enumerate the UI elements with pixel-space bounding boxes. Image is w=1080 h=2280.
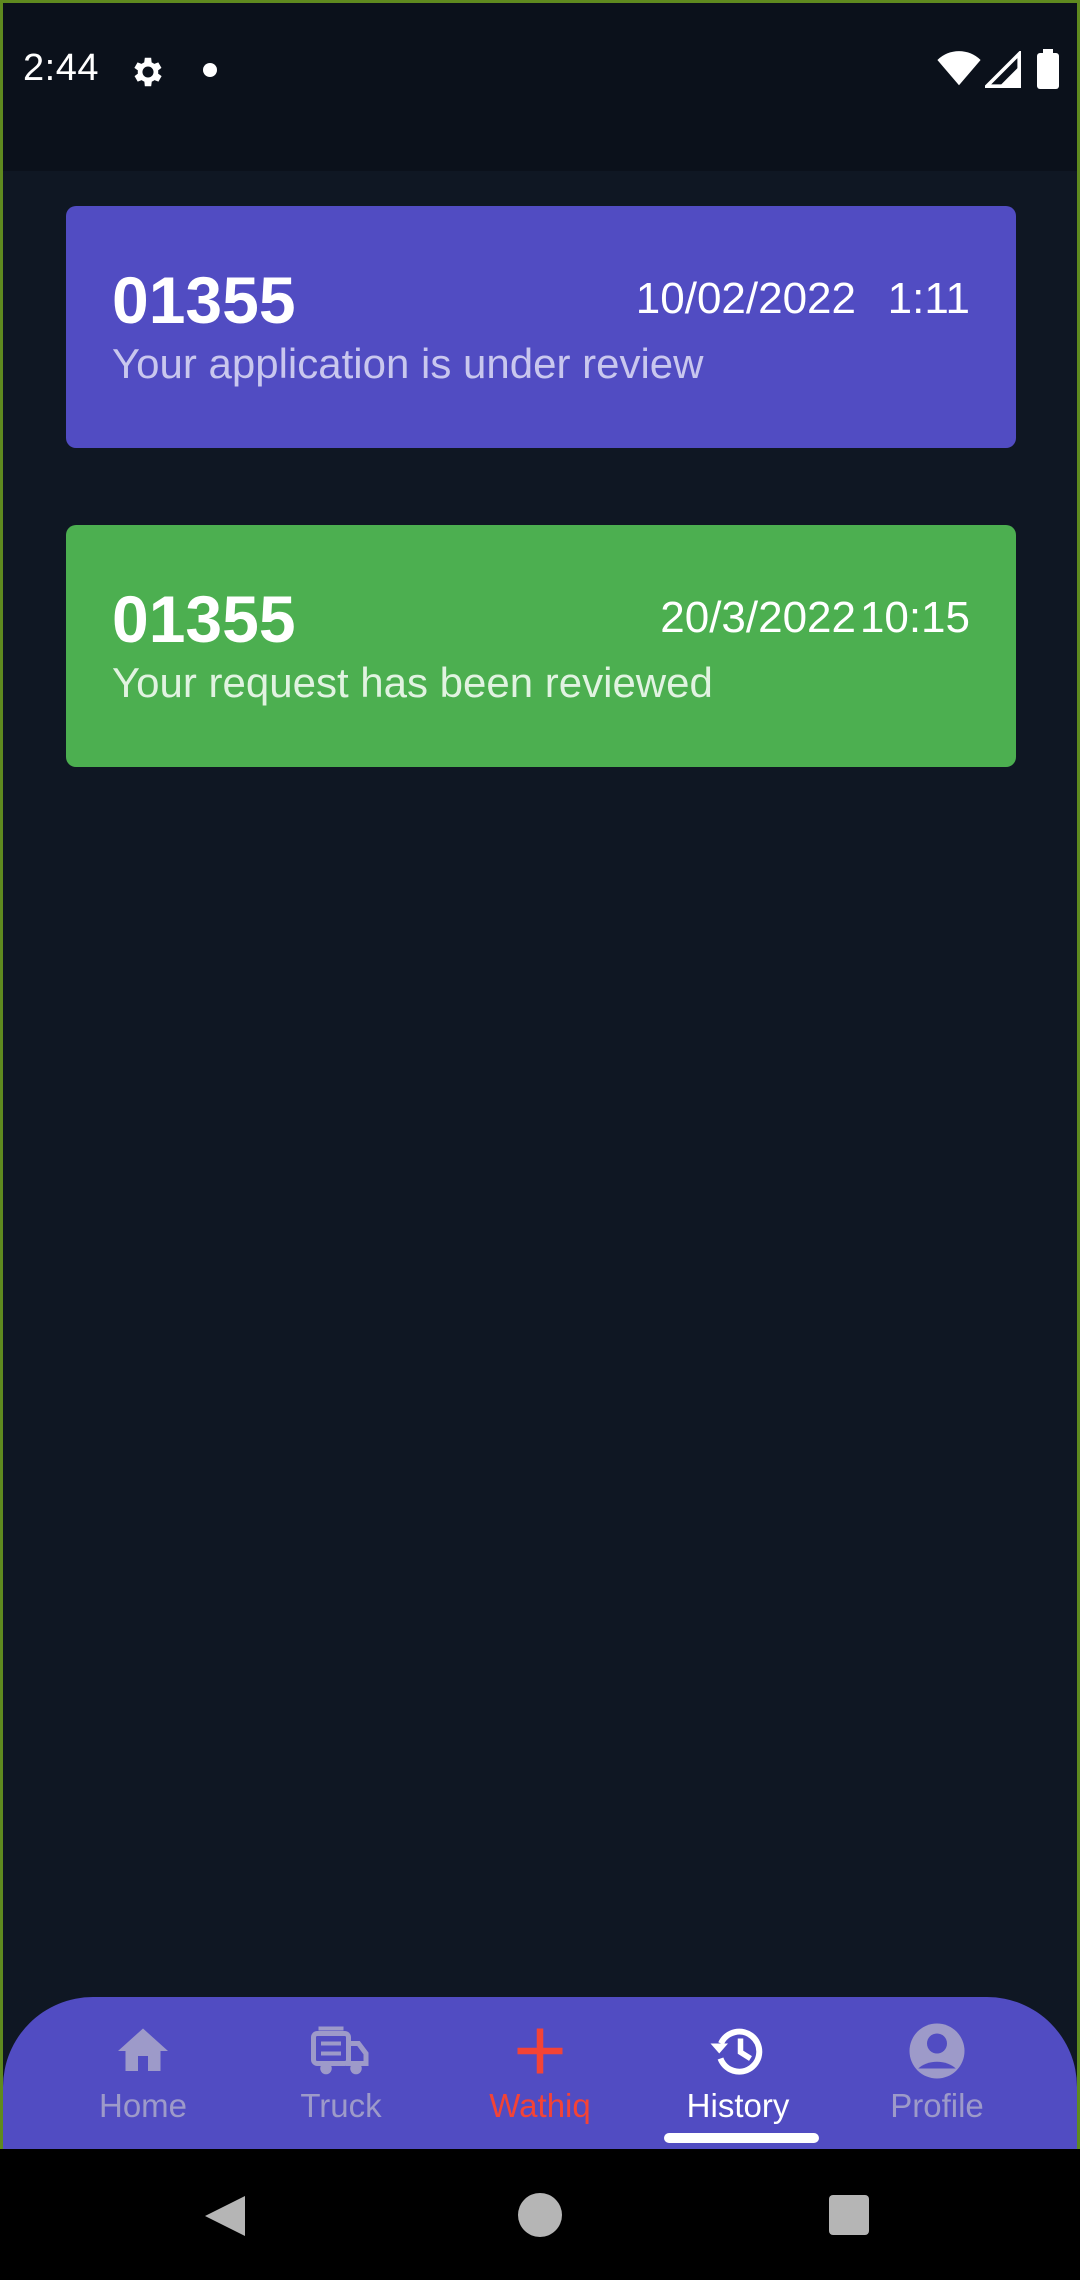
- gear-icon: [134, 57, 162, 87]
- wifi-icon: [937, 51, 981, 86]
- nav-item-profile[interactable]: Profile: [837, 1997, 1037, 2149]
- history-icon: [710, 2028, 763, 2075]
- nav-item-history[interactable]: History: [638, 1997, 838, 2149]
- battery-icon: [1037, 49, 1059, 89]
- application-time: 10:15: [859, 593, 970, 642]
- bottom-navigation: Home Truck Wathiq History Profile: [3, 1997, 1077, 2149]
- status-message: Your request has been reviewed: [112, 659, 713, 706]
- nav-label: History: [686, 2087, 790, 2124]
- application-time: 1:11: [887, 274, 970, 323]
- nav-label: Home: [98, 2087, 188, 2124]
- home-circle-icon[interactable]: [518, 2193, 562, 2237]
- plus-icon: [517, 2028, 563, 2074]
- application-date: 20/3/2022: [660, 593, 856, 642]
- application-id: 01355: [112, 263, 296, 337]
- nav-label: Profile: [890, 2087, 984, 2124]
- nav-item-truck[interactable]: Truck: [241, 1997, 441, 2149]
- nav-item-wathiq[interactable]: Wathiq: [440, 1997, 640, 2149]
- truck-icon: [311, 2026, 369, 2075]
- recents-icon[interactable]: [829, 2195, 869, 2235]
- nav-label: Wathiq: [489, 2087, 591, 2124]
- status-time: 2:44: [23, 47, 99, 89]
- notification-dot-icon: [203, 63, 217, 77]
- system-navigation-bar: [0, 2149, 1080, 2280]
- profile-icon: [909, 2023, 965, 2079]
- application-date: 10/02/2022: [635, 274, 856, 323]
- app-screen: 2:44 01355 10/02/2022 1:11 Your applicat…: [0, 0, 1080, 2280]
- home-icon: [118, 2028, 168, 2071]
- history-card[interactable]: 01355 10/02/2022 1:11 Your application i…: [66, 206, 1016, 448]
- back-icon[interactable]: [200, 2191, 250, 2241]
- application-id: 01355: [112, 582, 296, 656]
- history-card[interactable]: 01355 20/3/2022 10:15 Your request has b…: [66, 525, 1016, 767]
- active-tab-indicator: [664, 2133, 819, 2143]
- nav-item-home[interactable]: Home: [43, 1997, 243, 2149]
- status-bar: 2:44: [3, 3, 1077, 171]
- nav-label: Truck: [300, 2087, 382, 2124]
- signal-icon: [985, 51, 1021, 88]
- status-message: Your application is under review: [112, 340, 704, 387]
